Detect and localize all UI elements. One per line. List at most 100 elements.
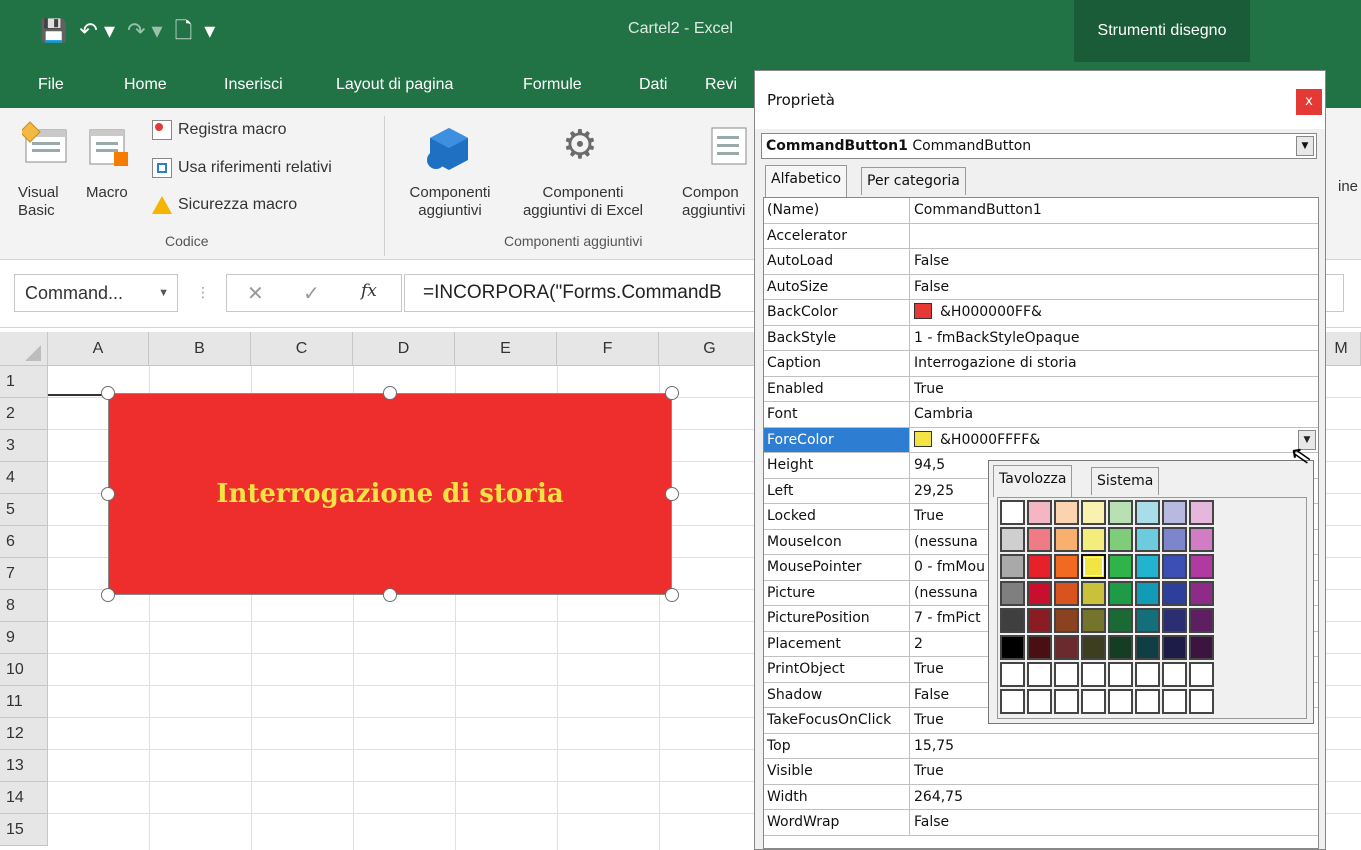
row-header[interactable]: 8 <box>0 590 48 622</box>
palette-color-cell[interactable] <box>1054 608 1079 633</box>
column-header-e[interactable]: E <box>455 332 557 366</box>
object-selector[interactable]: CommandButton1 CommandButton ▼ <box>761 133 1317 159</box>
palette-color-cell[interactable] <box>1108 500 1133 525</box>
enter-icon[interactable]: ✓ <box>303 281 320 306</box>
palette-color-cell[interactable] <box>1162 689 1187 714</box>
row-header[interactable]: 15 <box>0 814 48 846</box>
resize-handle[interactable] <box>665 386 679 400</box>
palette-color-cell[interactable] <box>1000 581 1025 606</box>
palette-color-cell[interactable] <box>1054 635 1079 660</box>
name-box[interactable]: Command... ▼ <box>14 274 178 312</box>
row-header[interactable]: 7 <box>0 558 48 590</box>
resize-handle[interactable] <box>383 588 397 602</box>
column-header-f[interactable]: F <box>557 332 659 366</box>
row-header[interactable]: 4 <box>0 462 48 494</box>
column-header-m[interactable]: M <box>1322 332 1361 366</box>
property-row[interactable]: Enabled True <box>764 376 1318 402</box>
palette-color-cell[interactable] <box>1189 689 1214 714</box>
property-value[interactable]: True <box>914 377 1314 402</box>
property-value[interactable]: &H000000FF& <box>914 300 1314 325</box>
palette-color-cell[interactable] <box>1135 527 1160 552</box>
property-value[interactable]: True <box>914 759 1314 784</box>
palette-color-cell[interactable] <box>1162 581 1187 606</box>
palette-color-cell[interactable] <box>1108 662 1133 687</box>
palette-color-cell[interactable] <box>1108 635 1133 660</box>
property-row[interactable]: (Name) CommandButton1 <box>764 198 1318 224</box>
componenti-aggiuntivi-com-button[interactable]: Compon aggiuntivi <box>668 116 754 226</box>
column-header-c[interactable]: C <box>251 332 353 366</box>
palette-color-cell[interactable] <box>1054 689 1079 714</box>
row-header[interactable]: 11 <box>0 686 48 718</box>
palette-color-cell[interactable] <box>1189 635 1214 660</box>
registra-macro-button[interactable]: Registra macro <box>152 120 286 140</box>
palette-color-cell[interactable] <box>1135 581 1160 606</box>
new-document-icon[interactable]: 🗋 <box>175 18 193 44</box>
palette-color-cell[interactable] <box>1081 554 1106 579</box>
palette-color-cell[interactable] <box>1162 662 1187 687</box>
tab-alfabetico[interactable]: Alfabetico <box>765 165 848 197</box>
undo-icon[interactable]: ↶ ▾ <box>79 18 115 44</box>
command-button[interactable]: Interrogazione di storia <box>108 393 672 595</box>
palette-color-cell[interactable] <box>1162 554 1187 579</box>
select-all-corner[interactable] <box>0 332 48 366</box>
palette-color-cell[interactable] <box>1162 500 1187 525</box>
palette-color-cell[interactable] <box>1108 581 1133 606</box>
sicurezza-macro-button[interactable]: Sicurezza macro <box>152 196 297 214</box>
property-row[interactable]: AutoLoad False <box>764 249 1318 275</box>
palette-color-cell[interactable] <box>1054 554 1079 579</box>
palette-color-cell[interactable] <box>1027 662 1052 687</box>
close-button[interactable]: x <box>1296 89 1322 115</box>
palette-color-cell[interactable] <box>1189 662 1214 687</box>
property-row[interactable]: Visible True <box>764 759 1318 785</box>
componenti-aggiuntivi-excel-button[interactable]: ⚙ Componenti aggiuntivi di Excel <box>508 116 658 226</box>
row-header[interactable]: 5 <box>0 494 48 526</box>
property-value[interactable]: 264,75 <box>914 785 1314 810</box>
property-row[interactable]: Font Cambria <box>764 402 1318 428</box>
row-header[interactable]: 3 <box>0 430 48 462</box>
column-header-d[interactable]: D <box>353 332 455 366</box>
palette-color-cell[interactable] <box>1081 581 1106 606</box>
row-header[interactable]: 1 <box>0 366 48 398</box>
tab-per-categoria[interactable]: Per categoria <box>861 167 966 195</box>
property-value[interactable] <box>914 224 1314 249</box>
palette-color-cell[interactable] <box>1027 689 1052 714</box>
palette-color-cell[interactable] <box>1027 581 1052 606</box>
resize-handle[interactable] <box>101 386 115 400</box>
palette-color-cell[interactable] <box>1189 581 1214 606</box>
property-row[interactable]: Width 264,75 <box>764 784 1318 810</box>
property-row[interactable]: Accelerator <box>764 223 1318 249</box>
palette-color-cell[interactable] <box>1189 500 1214 525</box>
tab-inserisci[interactable]: Inserisci <box>224 76 283 94</box>
property-value[interactable]: False <box>914 810 1314 835</box>
redo-icon[interactable]: ↷ ▾ <box>127 18 163 44</box>
tab-tavolozza[interactable]: Tavolozza <box>993 465 1073 497</box>
palette-color-cell[interactable] <box>1054 662 1079 687</box>
insert-function-icon[interactable]: fx <box>361 281 377 301</box>
property-row[interactable]: AutoSize False <box>764 274 1318 300</box>
macro-button[interactable]: Macro <box>82 116 142 226</box>
palette-color-cell[interactable] <box>1000 527 1025 552</box>
tab-revisione[interactable]: Revi <box>705 76 737 94</box>
tab-formule[interactable]: Formule <box>523 76 582 94</box>
palette-color-cell[interactable] <box>1000 608 1025 633</box>
property-row[interactable]: ForeColor &H0000FFFF& ▼ <box>764 427 1318 453</box>
palette-color-cell[interactable] <box>1135 689 1160 714</box>
palette-color-cell[interactable] <box>1027 554 1052 579</box>
resize-handle[interactable] <box>665 588 679 602</box>
palette-color-cell[interactable] <box>1054 581 1079 606</box>
palette-color-cell[interactable] <box>1135 554 1160 579</box>
property-value[interactable]: &H0000FFFF& <box>914 428 1314 453</box>
tab-layout-di-pagina[interactable]: Layout di pagina <box>336 76 453 94</box>
column-header-g[interactable]: G <box>659 332 761 366</box>
palette-color-cell[interactable] <box>1081 527 1106 552</box>
row-header[interactable]: 14 <box>0 782 48 814</box>
palette-color-cell[interactable] <box>1162 635 1187 660</box>
row-header[interactable]: 6 <box>0 526 48 558</box>
row-header[interactable]: 10 <box>0 654 48 686</box>
property-row[interactable]: Top 15,75 <box>764 733 1318 759</box>
row-header[interactable]: 12 <box>0 718 48 750</box>
customize-qat-icon[interactable]: ▾ <box>204 18 215 44</box>
property-row[interactable]: BackStyle 1 - fmBackStyleOpaque <box>764 325 1318 351</box>
palette-color-cell[interactable] <box>1135 500 1160 525</box>
componenti-aggiuntivi-button[interactable]: Componenti aggiuntivi <box>394 116 506 226</box>
